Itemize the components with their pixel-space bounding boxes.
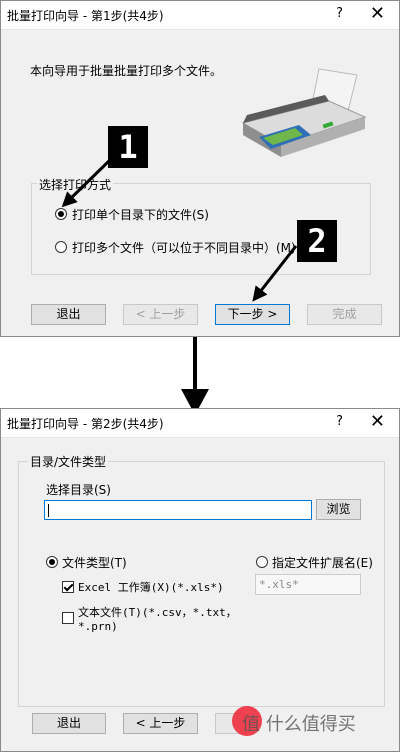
radio-file-type-label[interactable]: 文件类型(T) xyxy=(62,554,127,571)
arrow-to-next-button xyxy=(252,245,298,302)
radio-extension-label[interactable]: 指定文件扩展名(E) xyxy=(272,554,373,571)
window-title-2: 批量打印向导 - 第2步(共4步) xyxy=(7,417,164,431)
browse-button[interactable]: 浏览 xyxy=(316,499,361,520)
watermark: 值 什么值得买 xyxy=(232,704,392,740)
checkbox-text-label-line2: *.prn) xyxy=(78,620,118,633)
down-arrow-icon xyxy=(181,337,209,415)
directory-input[interactable] xyxy=(44,500,312,520)
close-button-2[interactable]: ✕ xyxy=(370,411,385,432)
help-button-2[interactable]: ? xyxy=(336,414,343,429)
extension-input-value: *.xls* xyxy=(259,578,299,591)
radio-file-type[interactable] xyxy=(46,556,58,568)
wizard-dialog-step2: 批量打印向导 - 第2步(共4步) ? ✕ 目录/文件类型 选择目录(S) 浏览… xyxy=(0,408,400,752)
dir-filetype-legend: 目录/文件类型 xyxy=(28,453,109,470)
watermark-text: 值 什么值得买 xyxy=(242,714,356,735)
annotation-arrows xyxy=(61,158,298,302)
checkbox-text[interactable] xyxy=(62,612,74,624)
radio-extension[interactable] xyxy=(256,556,268,568)
exit-button-2[interactable]: 退出 xyxy=(32,713,106,734)
title-bar-2: 批量打印向导 - 第2步(共4步) ? ✕ xyxy=(1,409,399,438)
prev-button-2[interactable]: < 上一步 xyxy=(123,713,198,734)
checkbox-excel-label[interactable]: Excel 工作簿(X)(*.xls*) xyxy=(78,579,224,595)
arrow-to-radio xyxy=(61,158,112,208)
checkbox-excel[interactable] xyxy=(62,581,74,593)
extension-input[interactable]: *.xls* xyxy=(255,574,361,595)
checkbox-text-label[interactable]: 文本文件(T)(*.csv，*.txt， xyxy=(78,604,237,620)
select-dir-label: 选择目录(S) xyxy=(46,483,111,497)
text-caret xyxy=(48,504,49,517)
